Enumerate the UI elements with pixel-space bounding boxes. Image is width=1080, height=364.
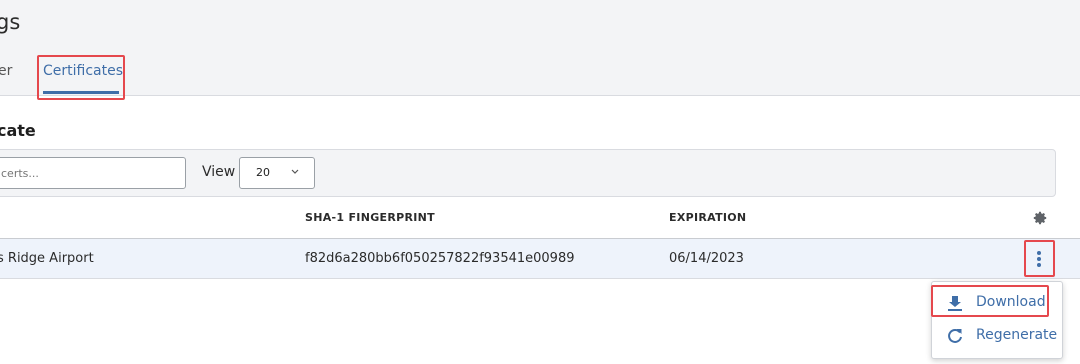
gear-icon[interactable] [1032, 210, 1048, 226]
tab-previous[interactable]: er [0, 63, 12, 79]
column-header-sha1[interactable]: SHA-1 FINGERPRINT [305, 211, 435, 224]
menu-item-regenerate-label: Regenerate [976, 327, 1058, 343]
row-actions-menu: Download Regenerate [931, 281, 1063, 359]
active-tab-indicator [43, 91, 119, 94]
refresh-icon [948, 328, 962, 343]
menu-item-download-label: Download [976, 294, 1046, 310]
header-band [0, 0, 1080, 96]
menu-item-regenerate[interactable]: Regenerate [932, 320, 1062, 352]
download-icon [948, 296, 962, 311]
column-header-expiration[interactable]: EXPIRATION [669, 211, 746, 224]
cell-name: s Ridge Airport [0, 251, 94, 266]
cell-expiration: 06/14/2023 [669, 251, 744, 266]
menu-item-download[interactable]: Download [932, 287, 1062, 319]
section-title: cate [0, 121, 36, 140]
page-size-select[interactable]: 20 [239, 157, 315, 189]
search-input[interactable] [0, 157, 186, 189]
tab-certificates[interactable]: Certificates [43, 63, 123, 79]
chevron-down-icon [291, 169, 299, 174]
view-label: View [202, 164, 236, 180]
page-size-value: 20 [256, 166, 270, 179]
page-title: gs [0, 10, 21, 34]
table-row[interactable]: s Ridge Airport f82d6a280bb6f050257822f9… [0, 239, 1080, 279]
cell-sha1: f82d6a280bb6f050257822f93541e00989 [305, 251, 575, 266]
kebab-icon[interactable] [1033, 249, 1045, 269]
